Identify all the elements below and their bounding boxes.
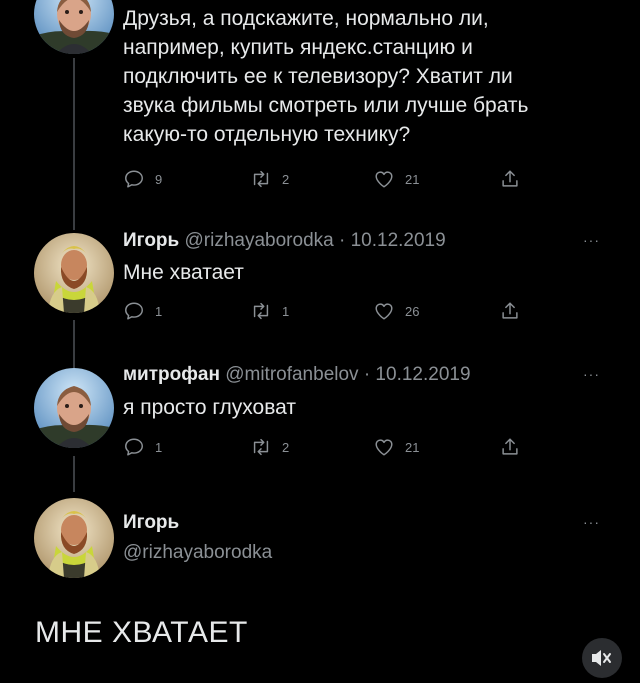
display-name[interactable]: Игорь [123, 230, 179, 251]
retweet-icon [250, 300, 272, 322]
avatar[interactable] [34, 233, 114, 313]
retweet-button[interactable]: 2 [250, 436, 289, 458]
volume-off-icon [592, 650, 611, 666]
tweet-actions: 1 2 21 [123, 436, 523, 460]
avatar[interactable] [34, 498, 114, 578]
tweet-line: звука фильмы смотреть или лучше брать [123, 94, 529, 117]
tweet-line: какую-то отдельную технику? [123, 123, 411, 146]
tweet-text: МНЕ ХВАТАЕТ [35, 616, 248, 649]
retweet-icon [250, 168, 272, 190]
share-button[interactable] [499, 436, 531, 458]
user-handle[interactable]: @rizhayaborodka [185, 230, 334, 251]
thread-line [73, 456, 75, 492]
thread-line [73, 58, 75, 230]
tweet-text: я просто глуховат [123, 396, 296, 419]
share-icon [499, 436, 521, 458]
reply-button[interactable]: 1 [123, 300, 162, 322]
like-button[interactable]: 21 [373, 436, 419, 458]
retweet-count: 2 [282, 439, 290, 455]
retweet-icon [250, 436, 272, 458]
display-name[interactable]: митрофан [123, 364, 220, 385]
thread-line [73, 320, 75, 372]
tweet-line: Друзья, а подскажите, нормально ли, [123, 7, 489, 30]
like-icon [373, 300, 395, 322]
share-icon [499, 168, 521, 190]
retweet-count: 1 [282, 303, 290, 319]
tweet-actions: 1 1 26 [123, 300, 523, 324]
like-button[interactable]: 26 [373, 300, 419, 322]
reply-icon [123, 436, 145, 458]
share-button[interactable] [499, 300, 531, 322]
tweet-line: например, купить яндекс.станцию и [123, 36, 473, 59]
avatar[interactable] [34, 368, 114, 448]
more-icon[interactable]: ··· [583, 232, 600, 248]
reply-icon [123, 300, 145, 322]
share-button[interactable] [499, 168, 531, 190]
like-count: 21 [405, 171, 420, 187]
volume-off-button[interactable] [582, 638, 622, 678]
reply-button[interactable]: 9 [123, 168, 162, 190]
tweet-header: Игорь @rizhayaborodka · 10.12.2019 [123, 230, 446, 252]
like-icon [373, 168, 395, 190]
like-count: 21 [405, 439, 420, 455]
share-icon [499, 300, 521, 322]
reply-count: 1 [155, 303, 163, 319]
more-icon[interactable]: ··· [583, 366, 600, 382]
reply-count: 1 [155, 439, 163, 455]
tweet-header: митрофан @mitrofanbelov · 10.12.2019 [123, 364, 471, 386]
like-icon [373, 436, 395, 458]
tweet-line: подключить ее к телевизору? Хватит ли [123, 65, 513, 88]
user-handle[interactable]: @mitrofanbelov [225, 364, 358, 385]
retweet-button[interactable]: 1 [250, 300, 289, 322]
tweet-date[interactable]: · 10.12.2019 [364, 364, 471, 385]
retweet-button[interactable]: 2 [250, 168, 289, 190]
like-button[interactable]: 21 [373, 168, 419, 190]
user-handle[interactable]: @rizhayaborodka [123, 542, 272, 564]
reply-count: 9 [155, 171, 163, 187]
tweet-date[interactable]: · 10.12.2019 [339, 230, 446, 251]
tweet-actions: 9 2 21 [123, 168, 523, 192]
display-name[interactable]: Игорь [123, 512, 179, 534]
avatar[interactable] [34, 0, 114, 54]
tweet-text: Друзья, а подскажите, нормально ли, напр… [123, 4, 603, 149]
more-icon[interactable]: ··· [583, 514, 600, 530]
reply-button[interactable]: 1 [123, 436, 162, 458]
like-count: 26 [405, 303, 420, 319]
retweet-count: 2 [282, 171, 290, 187]
tweet-text: Мне хватает [123, 261, 244, 284]
reply-icon [123, 168, 145, 190]
